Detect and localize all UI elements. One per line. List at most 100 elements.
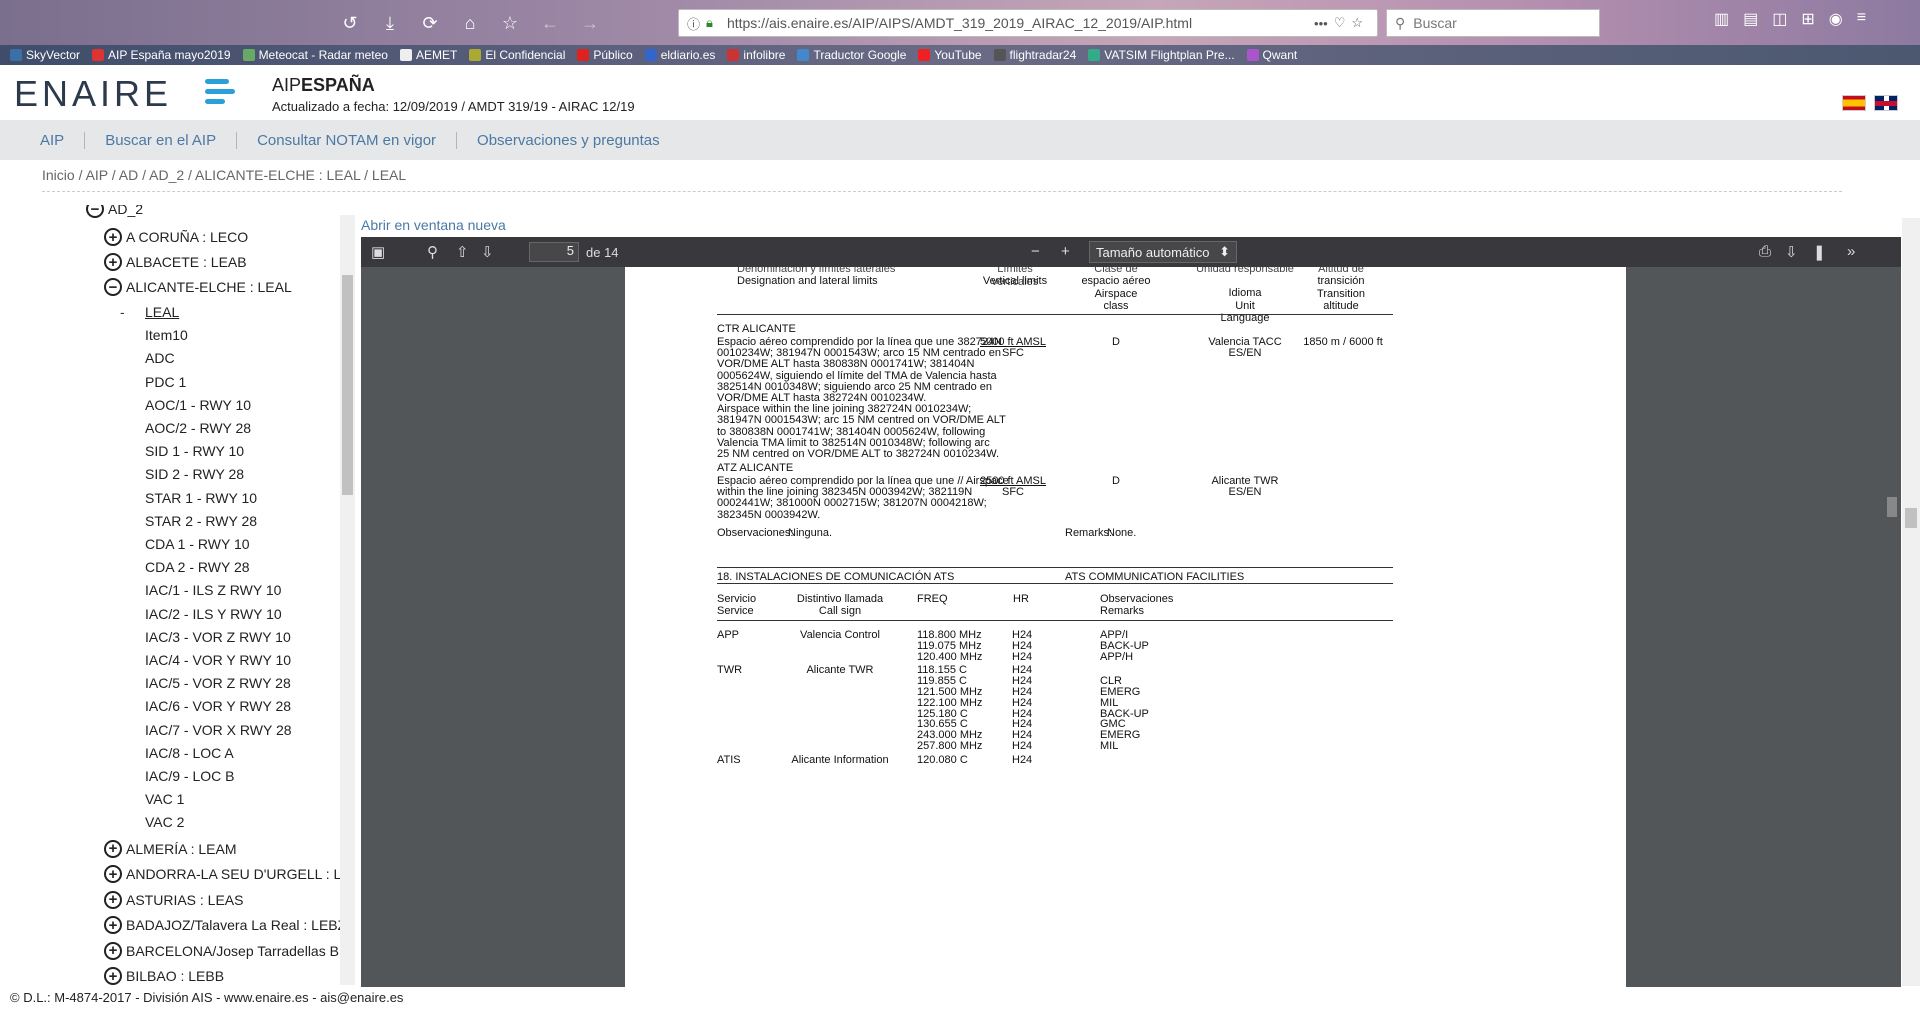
breadcrumb[interactable]: Inicio / AIP / AD / AD_2 / ALICANTE-ELCH…: [42, 167, 406, 183]
extension-icon[interactable]: ◫: [1772, 9, 1787, 29]
bookmark-item[interactable]: eldiario.es: [644, 48, 715, 62]
expand-icon[interactable]: +: [104, 839, 122, 858]
tree-leaf-item[interactable]: CDA 2 - RWY 28: [145, 559, 250, 575]
tree-node-label[interactable]: ASTURIAS : LEAS: [126, 892, 243, 908]
expand-icon[interactable]: +: [104, 916, 122, 935]
url-text[interactable]: https://ais.enaire.es/AIP/AIPS/AMDT_319_…: [727, 15, 1314, 31]
tree-node-label[interactable]: ALICANTE-ELCHE : LEAL: [126, 279, 292, 295]
bookmark-item[interactable]: YouTube: [918, 48, 982, 62]
page-number-input[interactable]: 5: [529, 242, 579, 262]
viewer-scrollbar[interactable]: [1883, 267, 1901, 987]
tree-leaf-item[interactable]: STAR 1 - RWY 10: [145, 490, 257, 506]
tree-leaf-item[interactable]: SID 2 - RWY 28: [145, 466, 244, 482]
tree-node[interactable]: + BILBAO : LEBB: [104, 964, 224, 985]
tree-node[interactable]: + A CORUÑA : LECO: [104, 225, 248, 249]
account-icon[interactable]: ◉: [1829, 9, 1843, 29]
bookmark-item[interactable]: Meteocat - Radar meteo: [242, 48, 388, 62]
tree-node[interactable]: + ASTURIAS : LEAS: [104, 888, 243, 912]
forward-icon[interactable]: →: [575, 8, 605, 38]
tree-node[interactable]: + ALMERÍA : LEAM: [104, 837, 236, 861]
bookmark-item[interactable]: AIP España mayo2019: [92, 48, 231, 62]
zoom-in-icon[interactable]: +: [1061, 243, 1070, 260]
expand-icon[interactable]: +: [104, 941, 122, 960]
nav-aip[interactable]: AIP: [40, 131, 86, 149]
search-placeholder[interactable]: Buscar: [1413, 15, 1457, 31]
expand-icon[interactable]: +: [104, 253, 122, 271]
tree-leaf-item[interactable]: IAC/7 - VOR X RWY 28: [145, 722, 292, 738]
tree-leaf-item[interactable]: IAC/2 - ILS Y RWY 10: [145, 606, 282, 622]
bookmark-item[interactable]: infolibre: [727, 48, 785, 62]
sidebar-toggle-icon[interactable]: ▣: [371, 243, 385, 261]
sidebar-icon[interactable]: ▤: [1743, 9, 1758, 29]
open-new-window-link[interactable]: Abrir en ventana nueva: [361, 217, 506, 233]
lock-icon[interactable]: 🔒︎: [706, 15, 713, 31]
translate-icon[interactable]: ⊞: [1801, 9, 1814, 29]
reload-icon[interactable]: ⟳: [415, 8, 445, 38]
expand-icon[interactable]: +: [104, 865, 122, 884]
tree-leaf-item[interactable]: STAR 2 - RWY 28: [145, 513, 257, 529]
download-pdf-icon[interactable]: ⇩: [1785, 243, 1798, 261]
collapse-icon[interactable]: −: [104, 278, 122, 296]
tree-leaf-item[interactable]: AOC/1 - RWY 10: [145, 397, 251, 413]
info-icon[interactable]: ⓘ: [687, 14, 700, 33]
download-icon[interactable]: ⤓: [375, 8, 405, 38]
bookmark-item[interactable]: Qwant: [1246, 48, 1297, 62]
spanish-flag-icon[interactable]: [1842, 95, 1866, 111]
back-icon[interactable]: ←: [535, 8, 565, 38]
zoom-select[interactable]: Tamaño automático ⬍: [1089, 241, 1237, 263]
tree-leaf-item[interactable]: IAC/4 - VOR Y RWY 10: [145, 652, 291, 668]
tree-node-label[interactable]: AD_2: [108, 205, 143, 217]
nav-notam[interactable]: Consultar NOTAM en vigor: [237, 131, 458, 149]
tree-node-label[interactable]: BADAJOZ/Talavera La Real : LEBZ: [126, 917, 340, 933]
more-icon[interactable]: •••: [1314, 16, 1328, 31]
tree-leaf-item[interactable]: VAC 2: [145, 814, 184, 830]
tree-leaf-item[interactable]: IAC/6 - VOR Y RWY 28: [145, 698, 291, 714]
library-icon[interactable]: ▥: [1714, 9, 1729, 29]
nav-search-aip[interactable]: Buscar en el AIP: [85, 131, 238, 149]
bookmark-item[interactable]: VATSIM Flightplan Pre...: [1088, 48, 1235, 62]
nav-feedback[interactable]: Observaciones y preguntas: [457, 132, 680, 149]
tree-leaf-item[interactable]: PDC 1: [145, 374, 186, 390]
tree-leaf-item[interactable]: ADC: [145, 350, 175, 366]
tree-node[interactable]: + ANDORRA-LA SEU D'URGELL : LE: [104, 862, 340, 886]
tree-leaf-item[interactable]: VAC 1: [145, 791, 184, 807]
bookmark-icon[interactable]: ❚: [1813, 243, 1826, 261]
bookmark-item[interactable]: flightradar24: [993, 48, 1076, 62]
tree-scrollbar[interactable]: [340, 215, 355, 985]
tree-leaf-item[interactable]: Item10: [145, 327, 188, 343]
find-icon[interactable]: ⚲: [427, 243, 438, 261]
tools-icon[interactable]: »: [1847, 243, 1855, 260]
tree-node-label[interactable]: A CORUÑA : LECO: [126, 229, 248, 245]
page-scroll-thumb[interactable]: [1905, 508, 1917, 528]
viewer-scroll-thumb[interactable]: [1887, 497, 1897, 517]
tree-leaf-item[interactable]: IAC/1 - ILS Z RWY 10: [145, 582, 281, 598]
tree-leaf-item[interactable]: IAC/5 - VOR Z RWY 28: [145, 675, 291, 691]
tree-node-label[interactable]: ALBACETE : LEAB: [126, 254, 247, 270]
pocket-save-icon[interactable]: ♡: [1334, 15, 1346, 31]
tree-leaf-item[interactable]: IAC/3 - VOR Z RWY 10: [145, 629, 291, 645]
tree-node-label[interactable]: BARCELONA/Josep Tarradellas B: [126, 943, 339, 959]
tree-leaf-item[interactable]: IAC/9 - LOC B: [145, 768, 234, 784]
search-bar[interactable]: ⚲ Buscar: [1386, 9, 1600, 37]
page-scrollbar[interactable]: [1902, 218, 1920, 986]
bookmark-item[interactable]: SkyVector: [10, 48, 80, 62]
tree-leaf-item[interactable]: AOC/2 - RWY 28: [145, 420, 251, 436]
tree-leaf-item[interactable]: SID 1 - RWY 10: [145, 443, 244, 459]
bookmark-star-icon[interactable]: ☆: [1351, 15, 1363, 31]
tree-node[interactable]: − ALICANTE-ELCHE : LEAL: [104, 275, 292, 299]
tree-node[interactable]: + ALBACETE : LEAB: [104, 250, 247, 274]
tree-node[interactable]: + BARCELONA/Josep Tarradellas B: [104, 939, 339, 963]
tree-node-label[interactable]: BILBAO : LEBB: [126, 968, 224, 984]
tree-leaf-item[interactable]: IAC/8 - LOC A: [145, 745, 234, 761]
previous-page-icon[interactable]: ⇧: [456, 243, 469, 261]
tree-leaf-item[interactable]: CDA 1 - RWY 10: [145, 536, 250, 552]
tree-leaf-item[interactable]: LEAL: [145, 304, 179, 320]
bookmark-item[interactable]: Público: [577, 48, 633, 62]
bookmark-item[interactable]: El Confidencial: [469, 48, 565, 62]
pocket-icon[interactable]: ☆: [495, 8, 525, 38]
next-page-icon[interactable]: ⇩: [481, 243, 494, 261]
home-icon[interactable]: ⌂: [455, 8, 485, 38]
history-icon[interactable]: ↺: [335, 8, 365, 38]
menu-icon[interactable]: ≡: [1857, 9, 1866, 29]
collapse-icon[interactable]: −: [86, 205, 104, 218]
